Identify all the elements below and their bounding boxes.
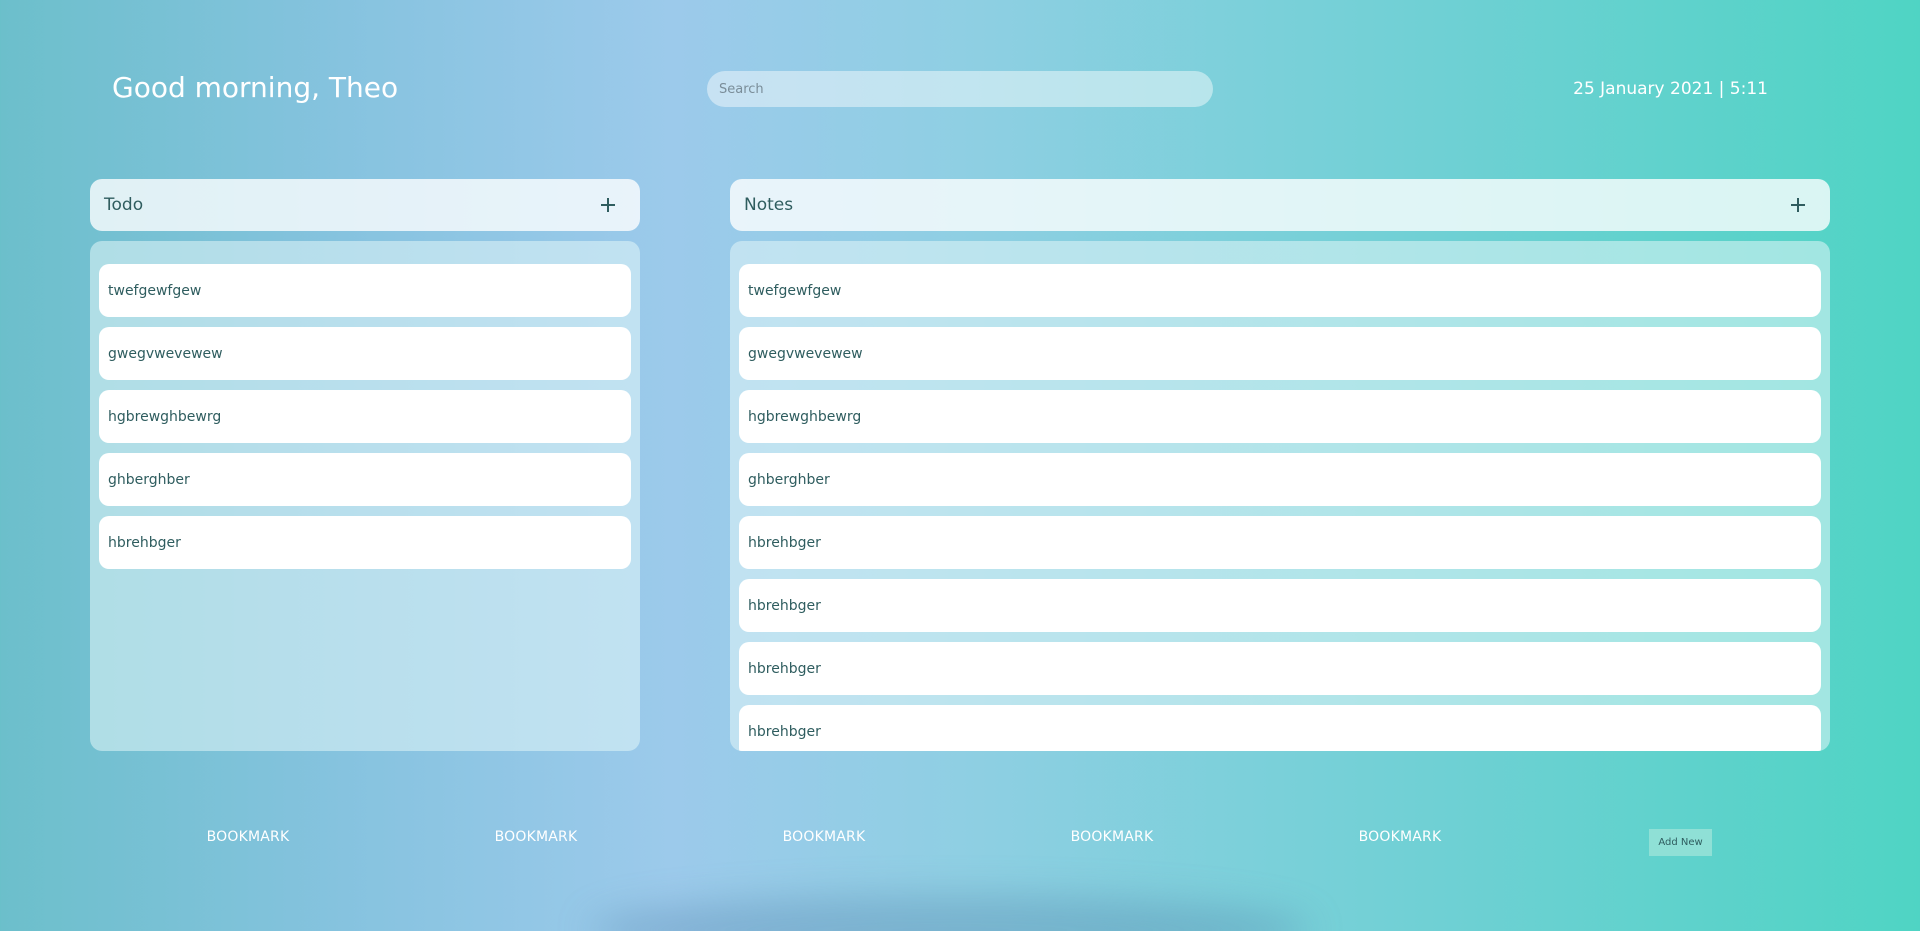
todo-title: Todo [104,195,144,215]
add-todo-button[interactable] [590,187,626,223]
todo-item[interactable]: gwegvwevewew [99,327,631,380]
plus-icon [1791,198,1805,212]
todo-list: twefgewfgew gwegvwevewew hgbrewghbewrg g… [90,241,640,751]
note-item[interactable]: twefgewfgew [739,264,1821,317]
notes-list[interactable]: twefgewfgew gwegvwevewew hgbrewghbewrg g… [730,241,1830,751]
greeting: Good morning, Theo [112,71,399,104]
note-item[interactable]: ghberghber [739,453,1821,506]
bookmark-link[interactable]: BOOKMARK [456,829,616,845]
bookmark-link[interactable]: BOOKMARK [744,829,904,845]
bookmark-link[interactable]: BOOKMARK [1320,829,1480,845]
todo-header: Todo [90,179,640,231]
datetime: 25 January 2021 | 5:11 [1573,79,1768,99]
bookmark-link[interactable]: BOOKMARK [1032,829,1192,845]
add-bookmark-button[interactable]: Add New [1649,829,1712,856]
note-item[interactable]: hbrehbger [739,516,1821,569]
note-item[interactable]: hgbrewghbewrg [739,390,1821,443]
note-item[interactable]: hbrehbger [739,579,1821,632]
notes-header: Notes [730,179,1830,231]
plus-icon [601,198,615,212]
note-item[interactable]: hbrehbger [739,642,1821,695]
search-input[interactable] [707,71,1213,107]
notes-title: Notes [744,195,794,215]
bottom-glow [590,895,1310,931]
todo-item[interactable]: twefgewfgew [99,264,631,317]
add-note-button[interactable] [1780,187,1816,223]
note-item[interactable]: hbrehbger [739,705,1821,751]
todo-item[interactable]: ghberghber [99,453,631,506]
note-item[interactable]: gwegvwevewew [739,327,1821,380]
todo-item[interactable]: hgbrewghbewrg [99,390,631,443]
todo-item[interactable]: hbrehbger [99,516,631,569]
bookmark-link[interactable]: BOOKMARK [168,829,328,845]
